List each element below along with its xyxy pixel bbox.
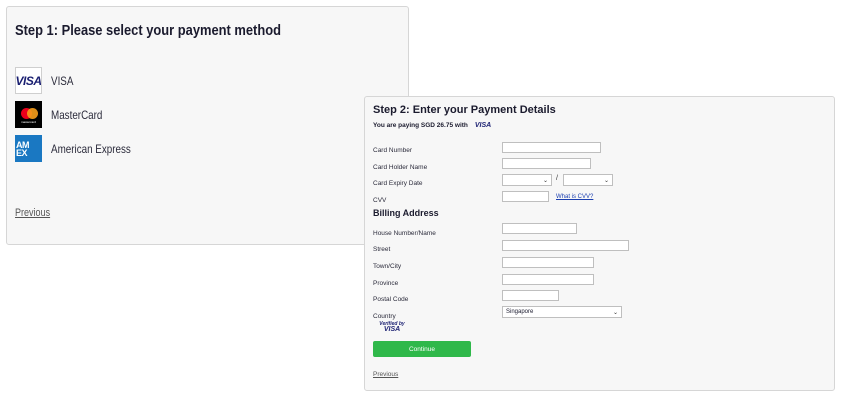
postal-label: Postal Code [373,296,409,303]
chevron-down-icon: ⌄ [542,177,548,184]
visa-mini-icon: VISA [474,122,492,129]
billing-address-heading: Billing Address [373,208,439,218]
step2-title: Step 2: Enter your Payment Details [373,104,556,116]
house-input[interactable] [502,223,577,234]
method-mastercard[interactable]: mastercard MasterCard [15,101,114,128]
town-input[interactable] [502,257,594,268]
paying-summary: You are paying SGD 26.75 with VISA [373,122,491,129]
verified-by-visa-logo: Verified by VISA [379,321,405,333]
payment-method-panel: Step 1: Please select your payment metho… [6,6,409,245]
house-label: House Number/Name [373,230,436,237]
cvv-input[interactable] [502,191,549,202]
method-mastercard-label: MasterCard [51,107,103,122]
province-label: Province [373,280,399,287]
mastercard-logo-icon: mastercard [15,101,42,128]
province-input[interactable] [502,274,594,285]
expiry-separator: / [556,175,558,182]
step1-title: Step 1: Please select your payment metho… [15,22,281,39]
card-number-input[interactable] [502,142,601,153]
expiry-year-select[interactable]: ⌄ [563,174,613,186]
town-label: Town/City [373,263,402,270]
street-input[interactable] [502,240,629,251]
expiry-label: Card Expiry Date [373,180,423,187]
expiry-month-select[interactable]: ⌄ [502,174,552,186]
paying-text: You are paying SGD 26.75 with [373,122,468,129]
method-visa[interactable]: VISA VISA [15,67,78,94]
postal-input[interactable] [502,290,559,301]
country-select[interactable]: Singapore ⌄ [502,306,622,318]
card-holder-label: Card Holder Name [373,164,428,171]
chevron-down-icon: ⌄ [603,177,609,184]
street-label: Street [373,246,391,253]
step1-previous-link[interactable]: Previous [15,207,50,219]
method-visa-label: VISA [51,73,74,88]
card-holder-input[interactable] [502,158,591,169]
visa-logo-icon: VISA [15,67,42,94]
country-label: Country [373,313,396,320]
method-amex-label: American Express [51,141,131,156]
step2-previous-link[interactable]: Previous [373,371,398,378]
continue-button[interactable]: Continue [373,341,471,357]
card-number-label: Card Number [373,147,413,154]
amex-logo-icon: AM EX [15,135,42,162]
what-is-cvv-link[interactable]: What is CVV? [556,194,593,200]
method-amex[interactable]: AM EX American Express [15,135,148,162]
chevron-down-icon: ⌄ [612,309,618,316]
payment-details-panel: Step 2: Enter your Payment Details You a… [364,96,835,391]
cvv-label: CVV [373,197,387,204]
